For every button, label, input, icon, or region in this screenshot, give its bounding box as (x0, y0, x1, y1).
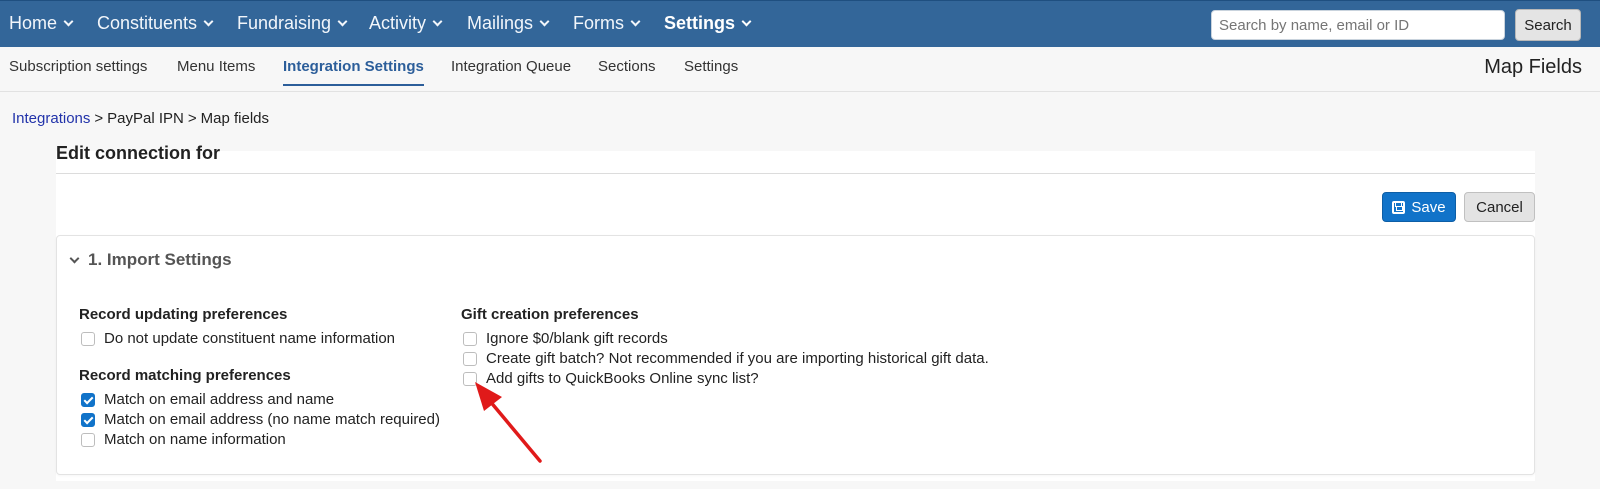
option-match-name[interactable]: Match on name information (81, 431, 286, 448)
settings-subnav: Subscription settings Menu Items Integra… (0, 47, 1600, 92)
option-match-email-only[interactable]: Match on email address (no name match re… (81, 411, 440, 428)
breadcrumb-integrations-link[interactable]: Integrations (12, 110, 90, 127)
active-tab-indicator (283, 84, 424, 86)
breadcrumb-separator: > (94, 110, 104, 127)
option-label: Match on email address and name (104, 391, 335, 408)
checkbox-checked[interactable] (81, 412, 95, 427)
search-button[interactable]: Search (1515, 9, 1581, 41)
chevron-down-icon (63, 16, 74, 26)
nav-activity-label: Activity (369, 13, 427, 33)
nav-activity[interactable]: Activity (369, 13, 443, 34)
tab-sections[interactable]: Sections (598, 58, 656, 75)
breadcrumb-map-fields: Map fields (200, 110, 269, 127)
nav-fundraising[interactable]: Fundraising (237, 13, 348, 34)
nav-forms[interactable]: Forms (573, 13, 641, 34)
tab-integration-queue[interactable]: Integration Queue (451, 58, 571, 75)
chevron-down-icon (741, 16, 752, 26)
tab-subscription-settings[interactable]: Subscription settings (9, 58, 147, 75)
checkbox[interactable] (81, 331, 95, 346)
chevron-down-icon (630, 16, 641, 26)
option-label: Create gift batch? Not recommended if yo… (486, 350, 989, 367)
floppy-disk-icon (1392, 200, 1406, 214)
chevron-down-icon (539, 16, 550, 26)
title-divider (56, 173, 1535, 174)
chevron-down-icon (432, 16, 443, 26)
option-label: Match on name information (104, 431, 286, 448)
nav-constituents-label: Constituents (97, 13, 198, 33)
search-input[interactable] (1211, 10, 1505, 40)
nav-settings[interactable]: Settings (664, 13, 752, 34)
checkbox[interactable] (81, 432, 95, 447)
option-do-not-update-name[interactable]: Do not update constituent name informati… (81, 330, 395, 347)
section-title: 1. Import Settings (88, 250, 232, 269)
save-button[interactable]: Save (1382, 192, 1456, 222)
save-button-label: Save (1411, 198, 1446, 216)
record-updating-title: Record updating preferences (79, 306, 288, 323)
card-title: Edit connection for (56, 143, 220, 163)
gift-creation-title: Gift creation preferences (461, 306, 639, 323)
tab-menu-items[interactable]: Menu Items (177, 58, 255, 75)
nav-home-label: Home (9, 13, 58, 33)
nav-constituents[interactable]: Constituents (97, 13, 214, 34)
edit-connection-card: Edit connection for Save Cancel 1. Impor… (56, 143, 1535, 481)
tab-settings[interactable]: Settings (684, 58, 738, 75)
option-label: Do not update constituent name informati… (104, 330, 396, 347)
nav-mailings-label: Mailings (467, 13, 534, 33)
cancel-button[interactable]: Cancel (1464, 192, 1535, 222)
record-matching-title: Record matching preferences (79, 367, 291, 384)
option-label: Match on email address (no name match re… (104, 411, 440, 428)
chevron-down-icon (69, 253, 80, 263)
breadcrumb-paypal-ipn: PayPal IPN (107, 110, 184, 127)
breadcrumb: Integrations > PayPal IPN > Map fields (12, 110, 269, 127)
import-settings-panel: 1. Import Settings Record updating prefe… (56, 235, 1535, 475)
nav-home[interactable]: Home (9, 13, 74, 34)
tab-integration-settings[interactable]: Integration Settings (283, 58, 424, 75)
chevron-down-icon (337, 16, 348, 26)
option-label: Ignore $0/blank gift records (486, 330, 668, 347)
nav-fundraising-label: Fundraising (237, 13, 332, 33)
option-create-gift-batch[interactable]: Create gift batch? Not recommended if yo… (463, 350, 989, 367)
checkbox[interactable] (463, 331, 477, 346)
chevron-down-icon (203, 16, 214, 26)
nav-settings-label: Settings (664, 13, 736, 33)
top-navigation-bar: Home Constituents Fundraising Activity M… (0, 0, 1600, 47)
page-title: Map Fields (1484, 56, 1582, 78)
option-match-email-and-name[interactable]: Match on email address and name (81, 391, 334, 408)
red-arrow-icon (475, 382, 542, 463)
nav-forms-label: Forms (573, 13, 624, 33)
option-ignore-zero-gifts[interactable]: Ignore $0/blank gift records (463, 330, 668, 347)
nav-mailings[interactable]: Mailings (467, 13, 550, 34)
checkbox[interactable] (463, 351, 477, 366)
checkbox-checked[interactable] (81, 392, 95, 407)
breadcrumb-separator: > (187, 110, 197, 127)
import-settings-toggle[interactable]: 1. Import Settings (69, 250, 232, 270)
